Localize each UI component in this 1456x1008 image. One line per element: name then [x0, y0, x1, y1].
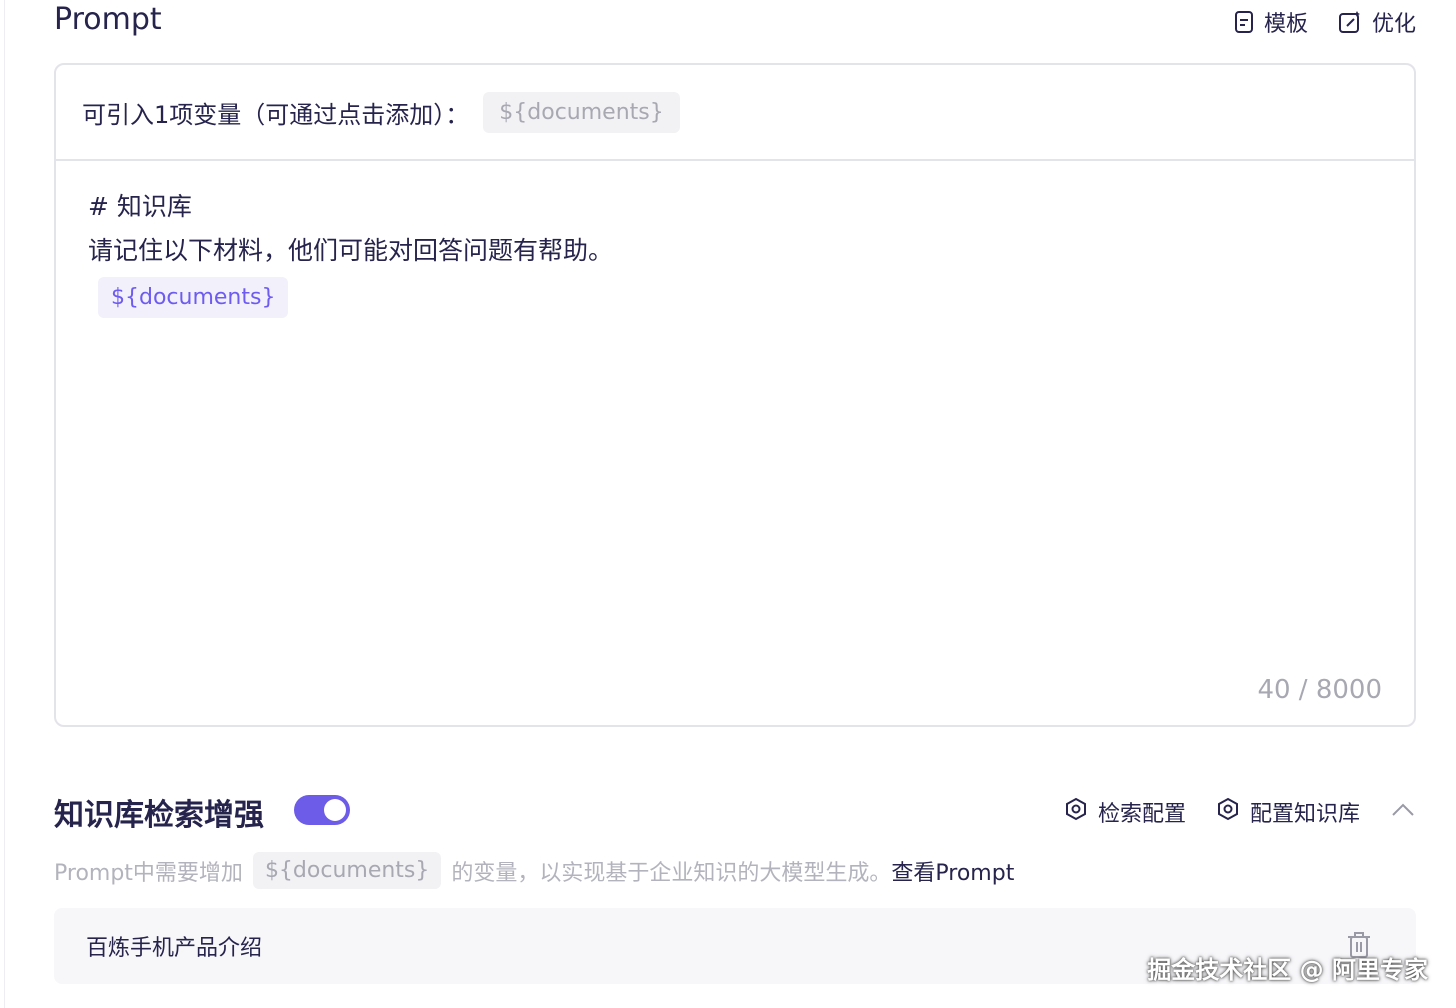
kb-actions: 检索配置 配置知识库: [1064, 796, 1416, 828]
char-counter: 40 / 8000: [1257, 675, 1382, 705]
template-button[interactable]: 模板: [1234, 6, 1308, 38]
prompt-line-2: 请记住以下材料，他们可能对回答问题有帮助。: [88, 236, 614, 265]
watermark: 掘金技术社区 @ 阿里专家: [1147, 956, 1428, 984]
document-icon: [1234, 10, 1254, 34]
optimize-label: 优化: [1371, 12, 1416, 37]
kb-description: Prompt中需要增加 ${documents} 的变量，以实现基于企业知识的大…: [54, 852, 1014, 889]
magic-edit-icon: [1338, 10, 1362, 34]
template-label: 模板: [1263, 12, 1308, 37]
optimize-button[interactable]: 优化: [1338, 6, 1416, 38]
variables-label: 可引入1项变量（可通过点击添加）：: [82, 100, 470, 129]
inserted-variable-chip: ${documents}: [98, 277, 289, 318]
page-title: Prompt: [54, 2, 162, 37]
header-actions: 模板 优化: [1234, 6, 1416, 38]
settings-icon: [1064, 797, 1088, 827]
kb-toggle[interactable]: [294, 795, 350, 825]
kb-item-name: 百炼手机产品介绍: [86, 936, 263, 961]
settings-icon: [1216, 797, 1240, 827]
chevron-up-icon: [1390, 803, 1416, 824]
configure-kb-label: 配置知识库: [1249, 802, 1360, 827]
prompt-editor-box: 可引入1项变量（可通过点击添加）： ${documents} # 知识库 请记住…: [54, 63, 1416, 727]
kb-title: 知识库检索增强: [54, 798, 264, 833]
retrieval-config-label: 检索配置: [1097, 802, 1186, 827]
desc-prefix: Prompt中需要增加: [54, 860, 243, 886]
variable-chip-documents[interactable]: ${documents}: [483, 91, 680, 133]
variables-row: 可引入1项变量（可通过点击添加）： ${documents}: [56, 65, 1414, 161]
configure-kb-button[interactable]: 配置知识库: [1216, 796, 1360, 828]
desc-variable-chip: ${documents}: [252, 852, 442, 889]
toggle-knob: [324, 799, 346, 821]
collapse-button[interactable]: [1390, 800, 1416, 824]
view-prompt-link[interactable]: 查看Prompt: [891, 855, 1014, 887]
desc-suffix: 的变量，以实现基于企业知识的大模型生成。: [451, 860, 892, 886]
retrieval-config-button[interactable]: 检索配置: [1064, 796, 1186, 828]
prompt-textarea[interactable]: # 知识库 请记住以下材料，他们可能对回答问题有帮助。 ${documents}: [56, 161, 1414, 318]
left-divider: [4, 0, 5, 1008]
prompt-line-1: # 知识库: [88, 192, 192, 221]
